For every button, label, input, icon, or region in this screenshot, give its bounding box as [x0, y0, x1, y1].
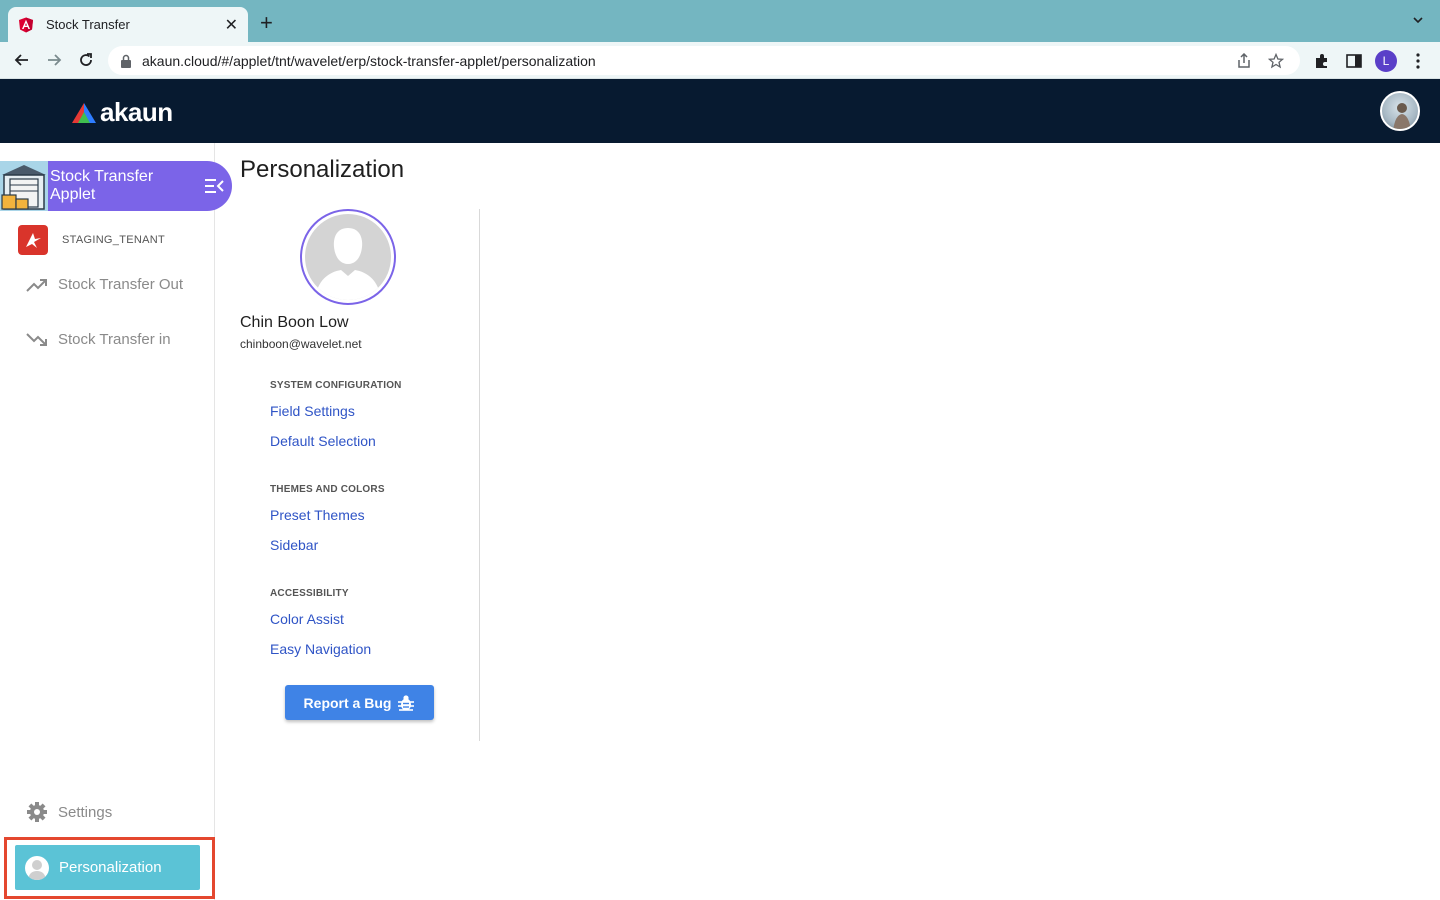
user-avatar[interactable] [1380, 91, 1420, 131]
tenant-logo-icon [18, 225, 48, 255]
extensions-icon[interactable] [1313, 51, 1331, 71]
collapse-sidebar-icon[interactable] [202, 174, 226, 198]
default-selection-link[interactable]: Default Selection [270, 433, 376, 449]
star-icon[interactable] [1268, 52, 1284, 69]
profile-avatar[interactable]: L [1375, 50, 1397, 72]
more-menu-icon[interactable] [1412, 51, 1424, 71]
trending-up-icon [26, 278, 47, 292]
sidebar-item-label: Stock Transfer in [58, 331, 171, 348]
page-title: Personalization [240, 156, 405, 183]
user-name: Chin Boon Low [240, 314, 349, 331]
gear-icon [27, 802, 47, 822]
close-tab-icon[interactable]: ✕ [225, 15, 238, 35]
sidebar-item-stock-transfer-in[interactable]: Stock Transfer in [26, 331, 171, 348]
person-photo-icon [1393, 103, 1411, 129]
report-bug-button[interactable]: Report a Bug [285, 685, 434, 720]
personalization-label: Personalization [59, 859, 162, 876]
color-assist-link[interactable]: Color Assist [270, 611, 344, 627]
sidebar-link[interactable]: Sidebar [270, 537, 318, 553]
share-icon[interactable] [1236, 52, 1252, 69]
sidebar-item-stock-transfer-out[interactable]: Stock Transfer Out [26, 276, 183, 293]
user-placeholder-icon [25, 855, 49, 880]
chevron-down-icon[interactable] [1412, 14, 1424, 26]
reload-icon[interactable] [76, 50, 96, 70]
new-tab-icon[interactable]: + [260, 11, 273, 35]
forward-icon[interactable] [44, 50, 64, 70]
tenant-selector[interactable]: STAGING_TENANT [18, 225, 165, 255]
profile-avatar[interactable] [300, 209, 396, 305]
akaun-logo-icon [72, 102, 96, 123]
angular-favicon-icon [19, 17, 33, 32]
sidebar-item-settings[interactable]: Settings [26, 801, 112, 823]
sidebar-item-personalization[interactable]: Personalization [15, 845, 200, 890]
section-themes-and-colors: THEMES AND COLORS [270, 484, 385, 495]
applet-banner[interactable]: Stock Transfer Applet [0, 161, 232, 211]
app-header: akaun [0, 79, 1440, 143]
bug-icon [398, 694, 415, 711]
section-accessibility: ACCESSIBILITY [270, 588, 349, 599]
easy-navigation-link[interactable]: Easy Navigation [270, 641, 371, 657]
browser-toolbar: akaun.cloud/#/applet/tnt/wavelet/erp/sto… [0, 42, 1440, 79]
sidebar: Stock Transfer Applet STAGING_TENANT Sto… [0, 143, 232, 900]
url-text: akaun.cloud/#/applet/tnt/wavelet/erp/sto… [142, 52, 596, 69]
browser-tab[interactable]: Stock Transfer ✕ [8, 7, 248, 42]
warehouse-icon [0, 161, 48, 211]
akaun-logo[interactable]: akaun [70, 97, 173, 128]
back-icon[interactable] [12, 50, 32, 70]
content-divider [479, 209, 480, 741]
browser-tab-strip: Stock Transfer ✕ + [0, 0, 1440, 42]
tab-title: Stock Transfer [46, 17, 130, 32]
applet-title: Stock Transfer Applet [50, 168, 154, 203]
lock-icon [121, 54, 131, 68]
section-system-configuration: SYSTEM CONFIGURATION [270, 380, 402, 391]
address-bar[interactable]: akaun.cloud/#/applet/tnt/wavelet/erp/sto… [108, 46, 1300, 75]
preset-themes-link[interactable]: Preset Themes [270, 507, 365, 523]
settings-label: Settings [58, 803, 113, 821]
user-placeholder-icon [315, 228, 381, 300]
trending-down-icon [26, 332, 47, 346]
report-bug-label: Report a Bug [303, 694, 392, 711]
field-settings-link[interactable]: Field Settings [270, 403, 355, 419]
side-panel-icon[interactable] [1345, 51, 1363, 71]
user-email: chinboon@wavelet.net [240, 337, 362, 351]
sidebar-item-label: Stock Transfer Out [58, 276, 184, 293]
logo-text: akaun [100, 97, 173, 127]
tenant-name: STAGING_TENANT [62, 234, 166, 246]
